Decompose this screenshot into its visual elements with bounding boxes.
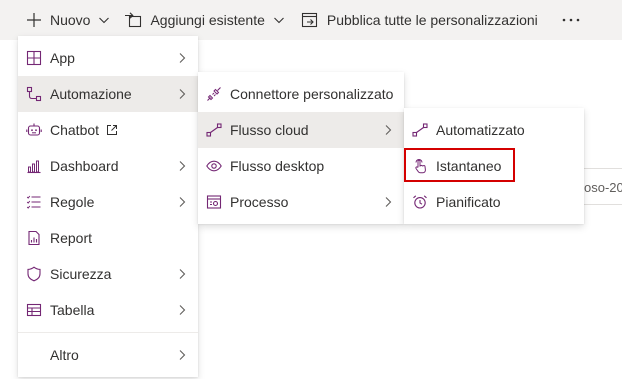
menu-item-label: Report <box>50 230 93 246</box>
menu-item-table[interactable]: Tabella <box>18 292 198 328</box>
publish-label: Pubblica tutte le personalizzazioni <box>326 12 538 28</box>
menu-item-label: App <box>50 50 75 66</box>
add-existing-label: Aggiungi esistente <box>150 12 265 28</box>
plus-icon <box>27 13 41 27</box>
report-icon <box>26 230 42 246</box>
chevron-down-icon <box>274 17 284 24</box>
dashboard-icon <box>26 158 42 174</box>
menu-item-automation[interactable]: Automazione <box>18 76 198 112</box>
menu-item-security[interactable]: Sicurezza <box>18 256 198 292</box>
menu-item-label: Chatbot <box>50 122 100 138</box>
add-existing-button[interactable]: Aggiungi esistente <box>118 2 290 38</box>
menu-item-other[interactable]: Altro <box>18 337 198 373</box>
menu-item-label: Flusso cloud <box>230 122 309 138</box>
menu-item-rules[interactable]: Regole <box>18 184 198 220</box>
menu-item-process[interactable]: Processo <box>198 184 404 220</box>
touch-icon <box>412 158 428 174</box>
automation-icon <box>26 86 42 102</box>
rules-icon <box>26 194 42 210</box>
menu-item-report[interactable]: Report <box>18 220 198 256</box>
open-external-icon <box>106 124 118 136</box>
more-commands-button[interactable] <box>556 2 586 38</box>
cloud-flow-icon <box>206 122 222 138</box>
chevron-right-icon <box>385 197 392 207</box>
chevron-right-icon <box>179 197 186 207</box>
publish-icon <box>301 12 317 28</box>
new-menu: App Automazione Chatbot Dashboard Regole… <box>18 36 198 377</box>
connector-icon <box>206 86 222 102</box>
publish-all-button[interactable]: Pubblica tutte le personalizzazioni <box>295 2 544 38</box>
menu-item-desktop-flow[interactable]: Flusso desktop <box>198 148 404 184</box>
menu-item-automated[interactable]: Automatizzato <box>404 112 584 148</box>
menu-item-label: Automatizzato <box>436 122 525 138</box>
more-horizontal-icon <box>562 18 580 22</box>
add-existing-icon <box>125 12 142 28</box>
menu-item-label: Flusso desktop <box>230 158 325 174</box>
chevron-right-icon <box>179 305 186 315</box>
menu-item-instant[interactable]: Istantaneo <box>404 148 584 184</box>
table-row-divider <box>584 168 622 169</box>
chatbot-icon <box>26 122 42 138</box>
new-label: Nuovo <box>50 12 91 28</box>
menu-item-label: Regole <box>50 194 95 210</box>
menu-item-label: Sicurezza <box>50 266 112 282</box>
menu-item-label: Automazione <box>50 86 132 102</box>
menu-item-label: Istantaneo <box>436 158 502 174</box>
table-row-divider <box>584 204 622 205</box>
chevron-right-icon <box>179 350 186 360</box>
menu-item-scheduled[interactable]: Pianificato <box>404 184 584 220</box>
chevron-right-icon <box>179 161 186 171</box>
automation-submenu: Connettore personalizzato Flusso cloud F… <box>198 72 404 224</box>
menu-item-dashboard[interactable]: Dashboard <box>18 148 198 184</box>
menu-item-label: Processo <box>230 194 289 210</box>
shield-icon <box>26 266 42 282</box>
alarm-clock-icon <box>412 194 428 210</box>
chevron-down-icon <box>99 17 110 24</box>
menu-item-cloud-flow[interactable]: Flusso cloud <box>198 112 404 148</box>
menu-divider <box>18 332 198 333</box>
app-grid-icon <box>26 50 42 66</box>
menu-item-app[interactable]: App <box>18 40 198 76</box>
menu-item-custom-connector[interactable]: Connettore personalizzato <box>198 76 404 112</box>
desktop-flow-icon <box>206 158 222 174</box>
menu-item-label: Connettore personalizzato <box>230 86 394 102</box>
chevron-right-icon <box>179 53 186 63</box>
menu-item-label: Pianificato <box>436 194 501 210</box>
chevron-right-icon <box>179 89 186 99</box>
command-bar: Nuovo Aggiungi esistente Pubblica tutte … <box>0 0 622 40</box>
chevron-right-icon <box>385 125 392 135</box>
menu-item-label: Tabella <box>50 302 95 318</box>
chevron-right-icon <box>179 269 186 279</box>
table-icon <box>26 302 42 318</box>
partial-cell-text: oso-20 <box>584 180 622 195</box>
menu-item-label: Dashboard <box>50 158 119 174</box>
automated-flow-icon <box>412 122 428 138</box>
cloud-flow-submenu: Automatizzato Istantaneo Pianificato <box>404 108 584 224</box>
menu-item-chatbot[interactable]: Chatbot <box>18 112 198 148</box>
new-button[interactable]: Nuovo <box>22 2 116 38</box>
process-icon <box>206 194 222 210</box>
menu-item-label: Altro <box>50 347 79 363</box>
